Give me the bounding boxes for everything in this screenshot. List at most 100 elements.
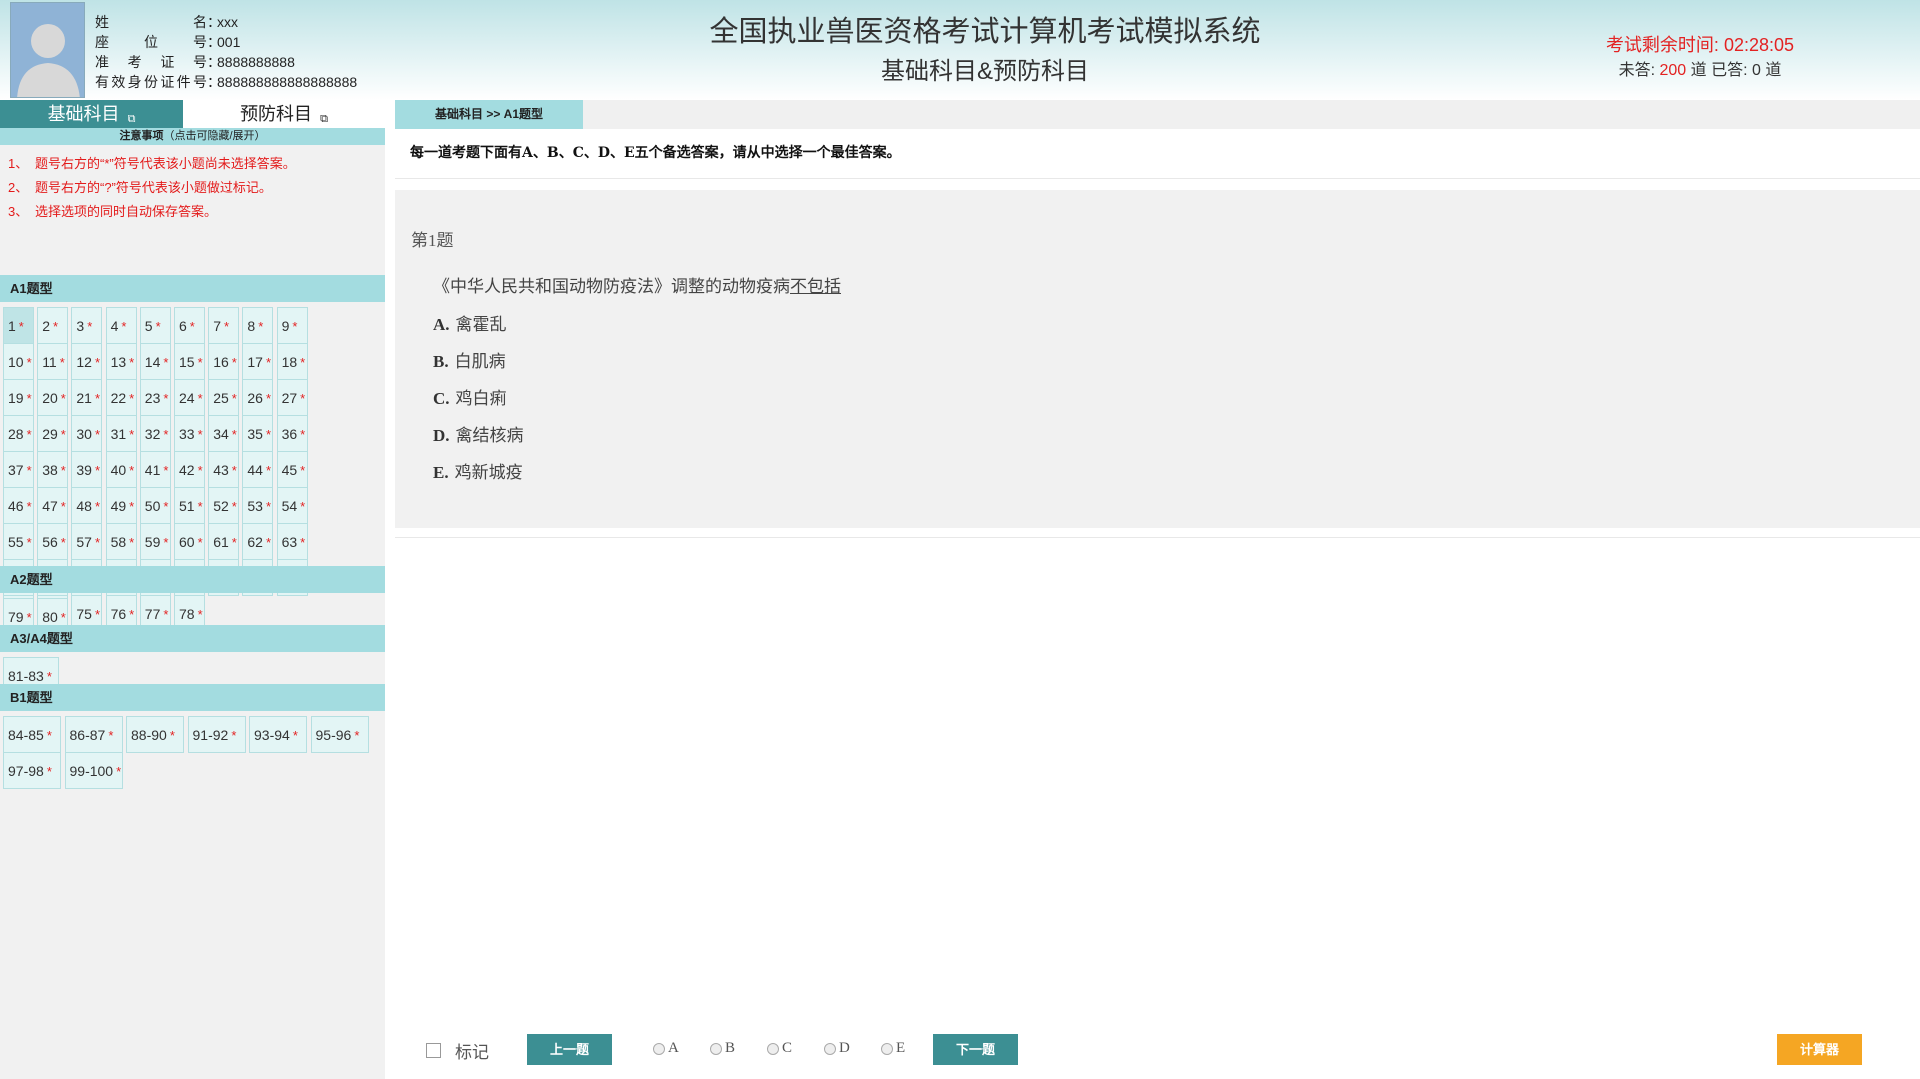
question-button[interactable]: 49 * <box>105 487 137 524</box>
tab-basic-subject[interactable]: 基础科目 ⧉ <box>0 100 183 128</box>
tab-prevention-subject[interactable]: 预防科目 ⧉ <box>183 100 385 128</box>
question-button[interactable]: 32 * <box>139 415 171 452</box>
question-button[interactable]: 60 * <box>174 523 205 560</box>
question-number-label: 21 <box>76 390 92 406</box>
question-number-label: 26 <box>247 390 263 406</box>
question-button[interactable]: 1 * <box>3 307 34 344</box>
question-button[interactable]: 6 * <box>174 307 205 344</box>
question-button[interactable]: 37 * <box>3 451 34 488</box>
question-button[interactable]: 88-90 * <box>126 716 184 753</box>
note-item: 3、 选择选项的同时自动保存答案。 <box>8 200 296 224</box>
question-button[interactable]: 91-92 * <box>187 716 246 753</box>
question-number-label: 52 <box>213 498 229 514</box>
question-button[interactable]: 39 * <box>71 451 103 488</box>
option-d[interactable]: D. 禽结核病 <box>433 421 524 446</box>
option-b[interactable]: B. 白肌病 <box>433 347 506 372</box>
question-button[interactable]: 48 * <box>71 487 103 524</box>
question-button[interactable]: 13 * <box>105 343 137 380</box>
question-button[interactable]: 63 * <box>276 523 308 560</box>
unanswered-mark: * <box>231 535 237 550</box>
question-button[interactable]: 18 * <box>276 343 308 380</box>
question-button[interactable]: 11 * <box>37 343 69 380</box>
question-button[interactable]: 55 * <box>3 523 34 560</box>
question-button[interactable]: 19 * <box>3 379 34 416</box>
question-button[interactable]: 61 * <box>208 523 240 560</box>
question-button[interactable]: 7 * <box>208 307 240 344</box>
question-button[interactable]: 20 * <box>37 379 69 416</box>
question-button[interactable]: 45 * <box>276 451 308 488</box>
unanswered-mark: * <box>129 535 135 550</box>
question-button[interactable]: 26 * <box>242 379 274 416</box>
question-button[interactable]: 24 * <box>174 379 205 416</box>
question-button[interactable]: 93-94 * <box>249 716 307 753</box>
question-button[interactable]: 58 * <box>105 523 137 560</box>
question-button[interactable]: 47 * <box>37 487 69 524</box>
question-button[interactable]: 21 * <box>71 379 103 416</box>
question-button[interactable]: 62 * <box>242 523 274 560</box>
answer-radio-c[interactable]: C <box>767 1040 792 1057</box>
prev-question-button[interactable]: 上一题 <box>527 1034 612 1065</box>
next-question-button[interactable]: 下一题 <box>933 1034 1018 1065</box>
question-button[interactable]: 99-100 * <box>64 752 123 789</box>
question-button[interactable]: 14 * <box>139 343 171 380</box>
question-button[interactable]: 17 * <box>242 343 274 380</box>
question-button[interactable]: 9 * <box>276 307 308 344</box>
question-button[interactable]: 10 * <box>3 343 34 380</box>
question-button[interactable]: 38 * <box>37 451 69 488</box>
question-button[interactable]: 25 * <box>208 379 240 416</box>
answer-radio-d[interactable]: D <box>824 1040 850 1057</box>
question-button[interactable]: 84-85 * <box>3 716 61 753</box>
question-button[interactable]: 2 * <box>37 307 69 344</box>
question-button[interactable]: 27 * <box>276 379 308 416</box>
mark-toggle[interactable]: 标记 <box>426 1038 489 1063</box>
calculator-button[interactable]: 计算器 <box>1777 1034 1862 1065</box>
question-button[interactable]: 56 * <box>37 523 69 560</box>
unanswered-mark: * <box>26 610 32 625</box>
question-button[interactable]: 42 * <box>174 451 205 488</box>
answer-radio-e[interactable]: E <box>881 1040 905 1057</box>
question-button[interactable]: 41 * <box>139 451 171 488</box>
question-button[interactable]: 8 * <box>242 307 274 344</box>
question-button[interactable]: 28 * <box>3 415 34 452</box>
question-button[interactable]: 5 * <box>139 307 171 344</box>
question-button[interactable]: 29 * <box>37 415 69 452</box>
question-button[interactable]: 97-98 * <box>3 752 61 789</box>
question-button[interactable]: 40 * <box>105 451 137 488</box>
question-button[interactable]: 3 * <box>71 307 103 344</box>
question-button[interactable]: 12 * <box>71 343 103 380</box>
question-button[interactable]: 51 * <box>174 487 205 524</box>
option-c[interactable]: C. 鸡白痢 <box>433 384 507 409</box>
question-button[interactable]: 16 * <box>208 343 240 380</box>
question-button[interactable]: 50 * <box>139 487 171 524</box>
question-button[interactable]: 23 * <box>139 379 171 416</box>
notes-toggle[interactable]: 注意事项（点击可隐藏/展开） <box>0 128 385 145</box>
question-button[interactable]: 95-96 * <box>310 716 369 753</box>
question-button[interactable]: 31 * <box>105 415 137 452</box>
question-button[interactable]: 52 * <box>208 487 240 524</box>
question-button[interactable]: 86-87 * <box>64 716 123 753</box>
mark-checkbox[interactable] <box>426 1043 441 1058</box>
unanswered-mark: * <box>18 319 24 334</box>
answer-radio-a[interactable]: A <box>653 1040 679 1057</box>
question-button[interactable]: 57 * <box>71 523 103 560</box>
mark-label: 标记 <box>455 1043 489 1062</box>
question-button[interactable]: 44 * <box>242 451 274 488</box>
unanswered-mark: * <box>121 319 127 334</box>
question-button[interactable]: 35 * <box>242 415 274 452</box>
option-a[interactable]: A. 禽霍乱 <box>433 310 507 335</box>
question-button[interactable]: 15 * <box>174 343 205 380</box>
question-button[interactable]: 59 * <box>139 523 171 560</box>
unanswered-mark: * <box>26 499 32 514</box>
question-button[interactable]: 34 * <box>208 415 240 452</box>
question-button[interactable]: 46 * <box>3 487 34 524</box>
question-button[interactable]: 53 * <box>242 487 274 524</box>
question-button[interactable]: 54 * <box>276 487 308 524</box>
question-button[interactable]: 36 * <box>276 415 308 452</box>
answer-radio-b[interactable]: B <box>710 1040 735 1057</box>
question-button[interactable]: 43 * <box>208 451 240 488</box>
question-button[interactable]: 33 * <box>174 415 205 452</box>
question-button[interactable]: 22 * <box>105 379 137 416</box>
question-button[interactable]: 4 * <box>105 307 137 344</box>
question-button[interactable]: 30 * <box>71 415 103 452</box>
option-e[interactable]: E. 鸡新城疫 <box>433 458 523 483</box>
